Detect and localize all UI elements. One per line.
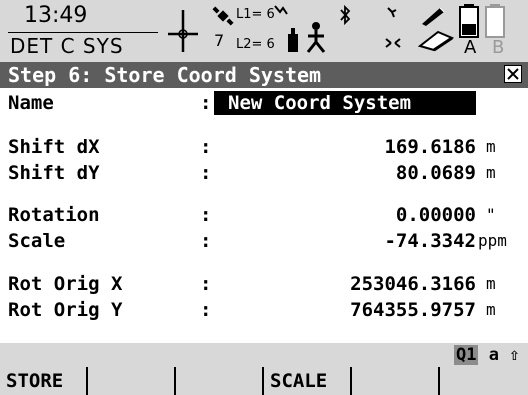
rotation-unit: " <box>486 205 496 224</box>
memory-a-label: A <box>464 37 477 58</box>
input-mode-q1: Q1 <box>454 345 479 365</box>
softkey-f3[interactable] <box>176 367 264 395</box>
softkey-bar: STORE SCALE <box>0 367 528 395</box>
softkey-f6[interactable] <box>440 367 528 395</box>
shift-dy-unit: m <box>486 163 496 182</box>
coord-system-short: DET C SYS <box>10 34 124 58</box>
shift-dy-value: 80.0689 <box>395 162 476 184</box>
softkey-store[interactable]: STORE <box>0 367 88 395</box>
page-title: Step 6: Store Coord System <box>8 63 322 87</box>
shift-dy-colon: : <box>200 162 212 184</box>
time-coordsys-box: 13:49 DET C SYS <box>6 3 158 58</box>
rotation-label: Rotation <box>8 204 100 226</box>
rover-user-icon <box>306 22 326 53</box>
name-label: Name <box>8 92 54 114</box>
field-row-name: Name : New Coord System <box>0 90 528 116</box>
rot-orig-y-label: Rot Orig Y <box>8 299 123 321</box>
name-colon: : <box>200 92 212 114</box>
field-row-shift-dy: Shift dY : 80.0689 m <box>0 160 528 186</box>
input-mode-case: a <box>488 345 499 365</box>
bluetooth-icon[interactable] <box>338 4 352 26</box>
name-input[interactable]: New Coord System <box>214 91 476 115</box>
sat-total-count: 7 <box>214 31 225 50</box>
shift-dx-colon: : <box>200 136 212 158</box>
memory-b-label: B <box>492 37 505 58</box>
clock-time: 13:49 <box>24 3 88 28</box>
device-link-icon <box>385 38 401 48</box>
field-row-rot-orig-y: Rot Orig Y : 764355.9757 m <box>0 297 528 323</box>
close-icon <box>507 68 519 80</box>
softkey-f5[interactable] <box>352 367 440 395</box>
rot-orig-x-colon: : <box>200 273 212 295</box>
input-mode-line: Q1 a ⇧ <box>0 343 528 367</box>
scale-label: Scale <box>8 230 66 252</box>
scale-colon: : <box>200 230 212 252</box>
field-row-scale: Scale : -74.3342 ppm <box>0 228 528 254</box>
input-mode-indicator: Q1 a ⇧ <box>454 344 519 366</box>
shift-arrow-icon: ⇧ <box>509 345 520 365</box>
shift-dx-unit: m <box>486 137 496 156</box>
status-icons: L1= 6 7 L2= 6 A B <box>166 0 528 62</box>
shift-dx-value: 169.6186 <box>384 136 476 158</box>
battery-icon <box>459 4 479 38</box>
radio-link-icon <box>387 7 397 18</box>
close-button[interactable] <box>504 65 522 83</box>
satellite-icon[interactable] <box>212 6 234 26</box>
antenna-icon <box>288 28 298 52</box>
signal-icon <box>274 5 288 15</box>
field-row-rotation: Rotation : 0.00000 " <box>0 202 528 228</box>
scale-unit: ppm <box>478 231 507 250</box>
rot-orig-x-unit: m <box>486 274 496 293</box>
rot-orig-y-value: 764355.9757 <box>350 299 476 321</box>
shift-dx-label: Shift dX <box>8 136 100 158</box>
rotation-value: 0.00000 <box>395 204 476 226</box>
position-mode-icon[interactable] <box>166 8 200 54</box>
divider <box>8 32 158 33</box>
softkey-f2[interactable] <box>88 367 176 395</box>
memory-card-icon <box>418 30 454 52</box>
scale-value: -74.3342 <box>384 230 476 252</box>
shift-dy-label: Shift dY <box>8 162 100 184</box>
rot-orig-x-label: Rot Orig X <box>8 273 123 295</box>
field-row-shift-dx: Shift dX : 169.6186 m <box>0 134 528 160</box>
pen-icon <box>422 7 445 26</box>
rot-orig-x-value: 253046.3166 <box>350 273 476 295</box>
sat-l2-count: L2= 6 <box>236 37 275 52</box>
field-row-rot-orig-x: Rot Orig X : 253046.3166 m <box>0 271 528 297</box>
rotation-colon: : <box>200 204 212 226</box>
title-bar: Step 6: Store Coord System <box>0 62 528 88</box>
sat-l1-count: L1= 6 <box>236 7 275 22</box>
rot-orig-y-colon: : <box>200 299 212 321</box>
softkey-scale[interactable]: SCALE <box>264 367 352 395</box>
status-bar: 13:49 DET C SYS L1= 6 7 L2= 6 A B <box>0 0 528 62</box>
battery-icon-secondary <box>485 4 505 38</box>
rot-orig-y-unit: m <box>486 300 496 319</box>
